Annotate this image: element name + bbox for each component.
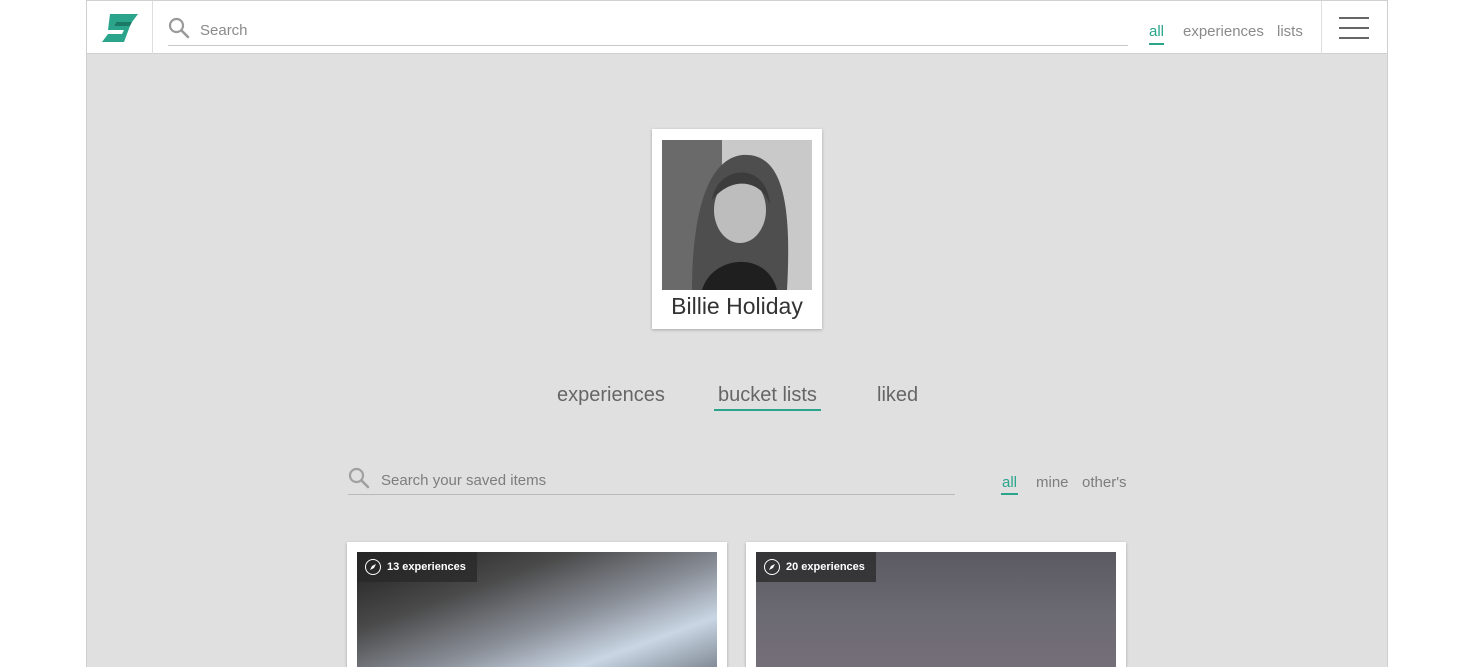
bucket-list-image: 13 experiences — [357, 552, 717, 667]
experience-count: 20 experiences — [786, 561, 865, 573]
filter-all[interactable]: all — [1149, 23, 1165, 45]
avatar[interactable] — [662, 140, 812, 290]
search-icon — [348, 467, 370, 494]
saved-items-search-input[interactable] — [379, 468, 943, 492]
profile-name: Billie Holiday — [671, 293, 803, 319]
bucket-list-image: 20 experiences — [756, 552, 1116, 667]
menu-button[interactable] — [1321, 1, 1387, 54]
saved-filter-all[interactable]: all — [1001, 474, 1019, 495]
saved-filter-mine[interactable]: mine — [1035, 474, 1070, 493]
experience-count: 13 experiences — [387, 561, 466, 573]
hamburger-icon — [1339, 17, 1369, 19]
profile-tabs: experiences bucket lists liked — [87, 384, 1387, 414]
bucket-list-card[interactable]: 20 experiences — [746, 542, 1126, 667]
filter-experiences[interactable]: experiences — [1183, 23, 1264, 43]
tab-experiences[interactable]: experiences — [553, 384, 669, 409]
compass-icon — [764, 559, 780, 575]
logo-icon — [101, 13, 138, 42]
tab-liked[interactable]: liked — [873, 384, 922, 409]
profile-card: Billie Holiday — [652, 129, 822, 329]
tab-bucket-lists[interactable]: bucket lists — [714, 384, 821, 411]
global-search — [168, 13, 1128, 46]
saved-filter-others[interactable]: other's — [1081, 474, 1128, 493]
logo[interactable] — [87, 1, 153, 54]
top-navigation-bar: all experiences lists — [87, 0, 1387, 54]
global-search-input[interactable] — [198, 17, 1102, 43]
experience-count-badge: 20 experiences — [756, 552, 876, 582]
experience-count-badge: 13 experiences — [357, 552, 477, 582]
search-icon — [168, 17, 190, 44]
compass-icon — [365, 559, 381, 575]
avatar-photo — [662, 140, 812, 290]
app-frame: all experiences lists Billie Holiday exp… — [86, 0, 1388, 667]
filter-lists[interactable]: lists — [1277, 23, 1303, 43]
saved-items-search — [348, 465, 955, 495]
bucket-list-card[interactable]: 13 experiences — [347, 542, 727, 667]
